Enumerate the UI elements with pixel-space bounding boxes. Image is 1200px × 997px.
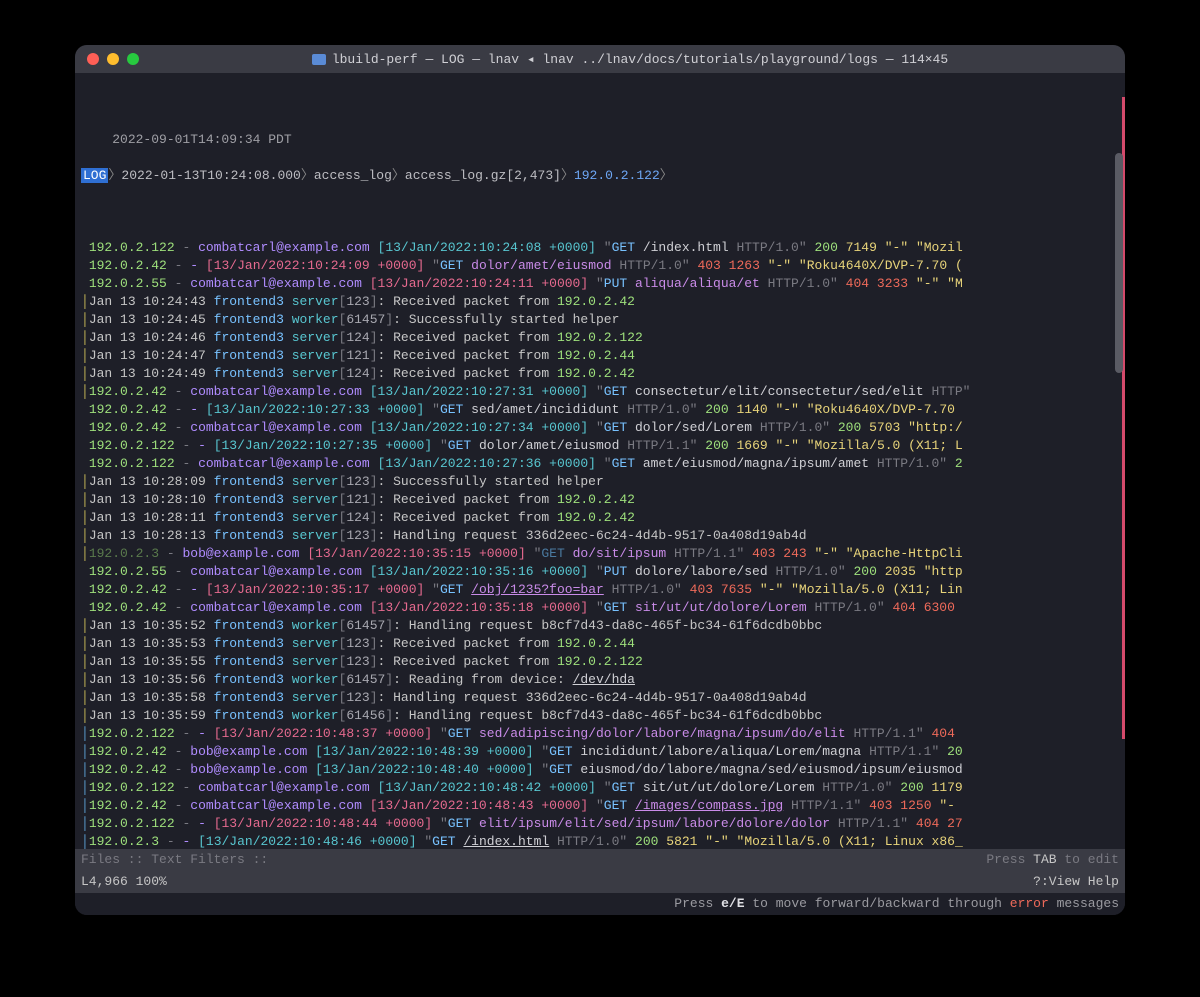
log-line[interactable]: │192.0.2.122 - combatcarl@example.com [1… [81, 779, 1119, 797]
log-line[interactable]: │192.0.2.42 - combatcarl@example.com [13… [81, 383, 1119, 401]
log-line[interactable]: 192.0.2.42 - combatcarl@example.com [13/… [81, 419, 1119, 437]
log-line[interactable]: 192.0.2.42 - - [13/Jan/2022:10:27:33 +00… [81, 401, 1119, 419]
window-title-text: lbuild-perf — LOG — lnav ◂ lnav ../lnav/… [332, 52, 948, 67]
log-line[interactable]: │Jan 13 10:35:53 frontend3 server[123]: … [81, 635, 1119, 653]
log-line[interactable]: │Jan 13 10:35:59 frontend3 worker[61456]… [81, 707, 1119, 725]
log-line[interactable]: 192.0.2.122 - combatcarl@example.com [13… [81, 239, 1119, 257]
filters-label: Files :: Text Filters :: [81, 849, 268, 871]
zoom-icon[interactable] [127, 53, 139, 65]
breadcrumb-item[interactable]: access_log [314, 168, 392, 183]
help-bar: Press e/E to move forward/backward throu… [75, 893, 1125, 915]
position-bar: L4,966 100% ?:View Help [75, 871, 1125, 893]
log-line[interactable]: 192.0.2.55 - combatcarl@example.com [13/… [81, 563, 1119, 581]
breadcrumb-view[interactable]: LOG [81, 168, 108, 183]
log-line[interactable]: │192.0.2.3 - bob@example.com [13/Jan/202… [81, 545, 1119, 563]
window-title: lbuild-perf — LOG — lnav ◂ lnav ../lnav/… [147, 52, 1113, 67]
log-line[interactable]: 192.0.2.42 - - [13/Jan/2022:10:24:09 +00… [81, 257, 1119, 275]
filters-bar[interactable]: Files :: Text Filters :: Press TAB to ed… [75, 849, 1125, 871]
log-line[interactable]: 192.0.2.42 - - [13/Jan/2022:10:35:17 +00… [81, 581, 1119, 599]
log-line[interactable]: │Jan 13 10:28:13 frontend3 server[123]: … [81, 527, 1119, 545]
log-line[interactable]: │Jan 13 10:28:09 frontend3 server[123]: … [81, 473, 1119, 491]
line-position: L4,966 100% [81, 871, 167, 893]
log-line[interactable]: │Jan 13 10:35:58 frontend3 server[123]: … [81, 689, 1119, 707]
status-area: Files :: Text Filters :: Press TAB to ed… [75, 849, 1125, 915]
log-line[interactable]: │Jan 13 10:35:56 frontend3 worker[61457]… [81, 671, 1119, 689]
log-line[interactable]: │192.0.2.122 - - [13/Jan/2022:10:48:37 +… [81, 725, 1119, 743]
log-line[interactable]: │Jan 13 10:24:43 frontend3 server[123]: … [81, 293, 1119, 311]
log-line[interactable]: │Jan 13 10:24:47 frontend3 server[121]: … [81, 347, 1119, 365]
terminal-window: lbuild-perf — LOG — lnav ◂ lnav ../lnav/… [75, 45, 1125, 915]
breadcrumb[interactable]: LOG〉2022-01-13T10:24:08.000〉access_log〉a… [81, 167, 1119, 185]
log-line[interactable]: │Jan 13 10:24:46 frontend3 server[124]: … [81, 329, 1119, 347]
titlebar[interactable]: lbuild-perf — LOG — lnav ◂ lnav ../lnav/… [75, 45, 1125, 73]
log-viewport[interactable]: 192.0.2.122 - combatcarl@example.com [13… [81, 239, 1119, 849]
log-line[interactable]: │192.0.2.42 - bob@example.com [13/Jan/20… [81, 743, 1119, 761]
log-line[interactable]: │192.0.2.3 - - [13/Jan/2022:10:48:46 +00… [81, 833, 1119, 849]
help-hint: ?:View Help [1033, 871, 1119, 893]
log-line[interactable]: │192.0.2.42 - combatcarl@example.com [13… [81, 797, 1119, 815]
log-line[interactable]: │Jan 13 10:28:10 frontend3 server[121]: … [81, 491, 1119, 509]
folder-icon [312, 54, 326, 65]
log-line[interactable]: 192.0.2.122 - combatcarl@example.com [13… [81, 455, 1119, 473]
log-line[interactable]: 192.0.2.42 - combatcarl@example.com [13/… [81, 599, 1119, 617]
breadcrumb-item[interactable]: 2022-01-13T10:24:08.000 [121, 168, 300, 183]
log-line[interactable]: │Jan 13 10:35:55 frontend3 server[123]: … [81, 653, 1119, 671]
log-line[interactable]: 192.0.2.122 - - [13/Jan/2022:10:27:35 +0… [81, 437, 1119, 455]
log-line[interactable]: │Jan 13 10:24:49 frontend3 server[124]: … [81, 365, 1119, 383]
log-line[interactable]: │Jan 13 10:28:11 frontend3 server[124]: … [81, 509, 1119, 527]
log-line[interactable]: │192.0.2.122 - - [13/Jan/2022:10:48:44 +… [81, 815, 1119, 833]
close-icon[interactable] [87, 53, 99, 65]
log-line[interactable]: 192.0.2.55 - combatcarl@example.com [13/… [81, 275, 1119, 293]
log-line[interactable]: │192.0.2.42 - bob@example.com [13/Jan/20… [81, 761, 1119, 779]
log-line[interactable]: │Jan 13 10:24:45 frontend3 worker[61457]… [81, 311, 1119, 329]
minimize-icon[interactable] [107, 53, 119, 65]
breadcrumb-item[interactable]: access_log.gz[2,473] [405, 168, 561, 183]
scrollbar-thumb[interactable] [1115, 153, 1123, 373]
header-timestamp: 2022-09-01T14:09:34 PDT [112, 132, 291, 147]
terminal-body[interactable]: 2022-09-01T14:09:34 PDT LOG〉2022-01-13T1… [75, 73, 1125, 849]
breadcrumb-item[interactable]: 192.0.2.122 [574, 168, 660, 183]
filters-hint: Press TAB to edit [986, 849, 1119, 871]
log-line[interactable]: │Jan 13 10:35:52 frontend3 worker[61457]… [81, 617, 1119, 635]
